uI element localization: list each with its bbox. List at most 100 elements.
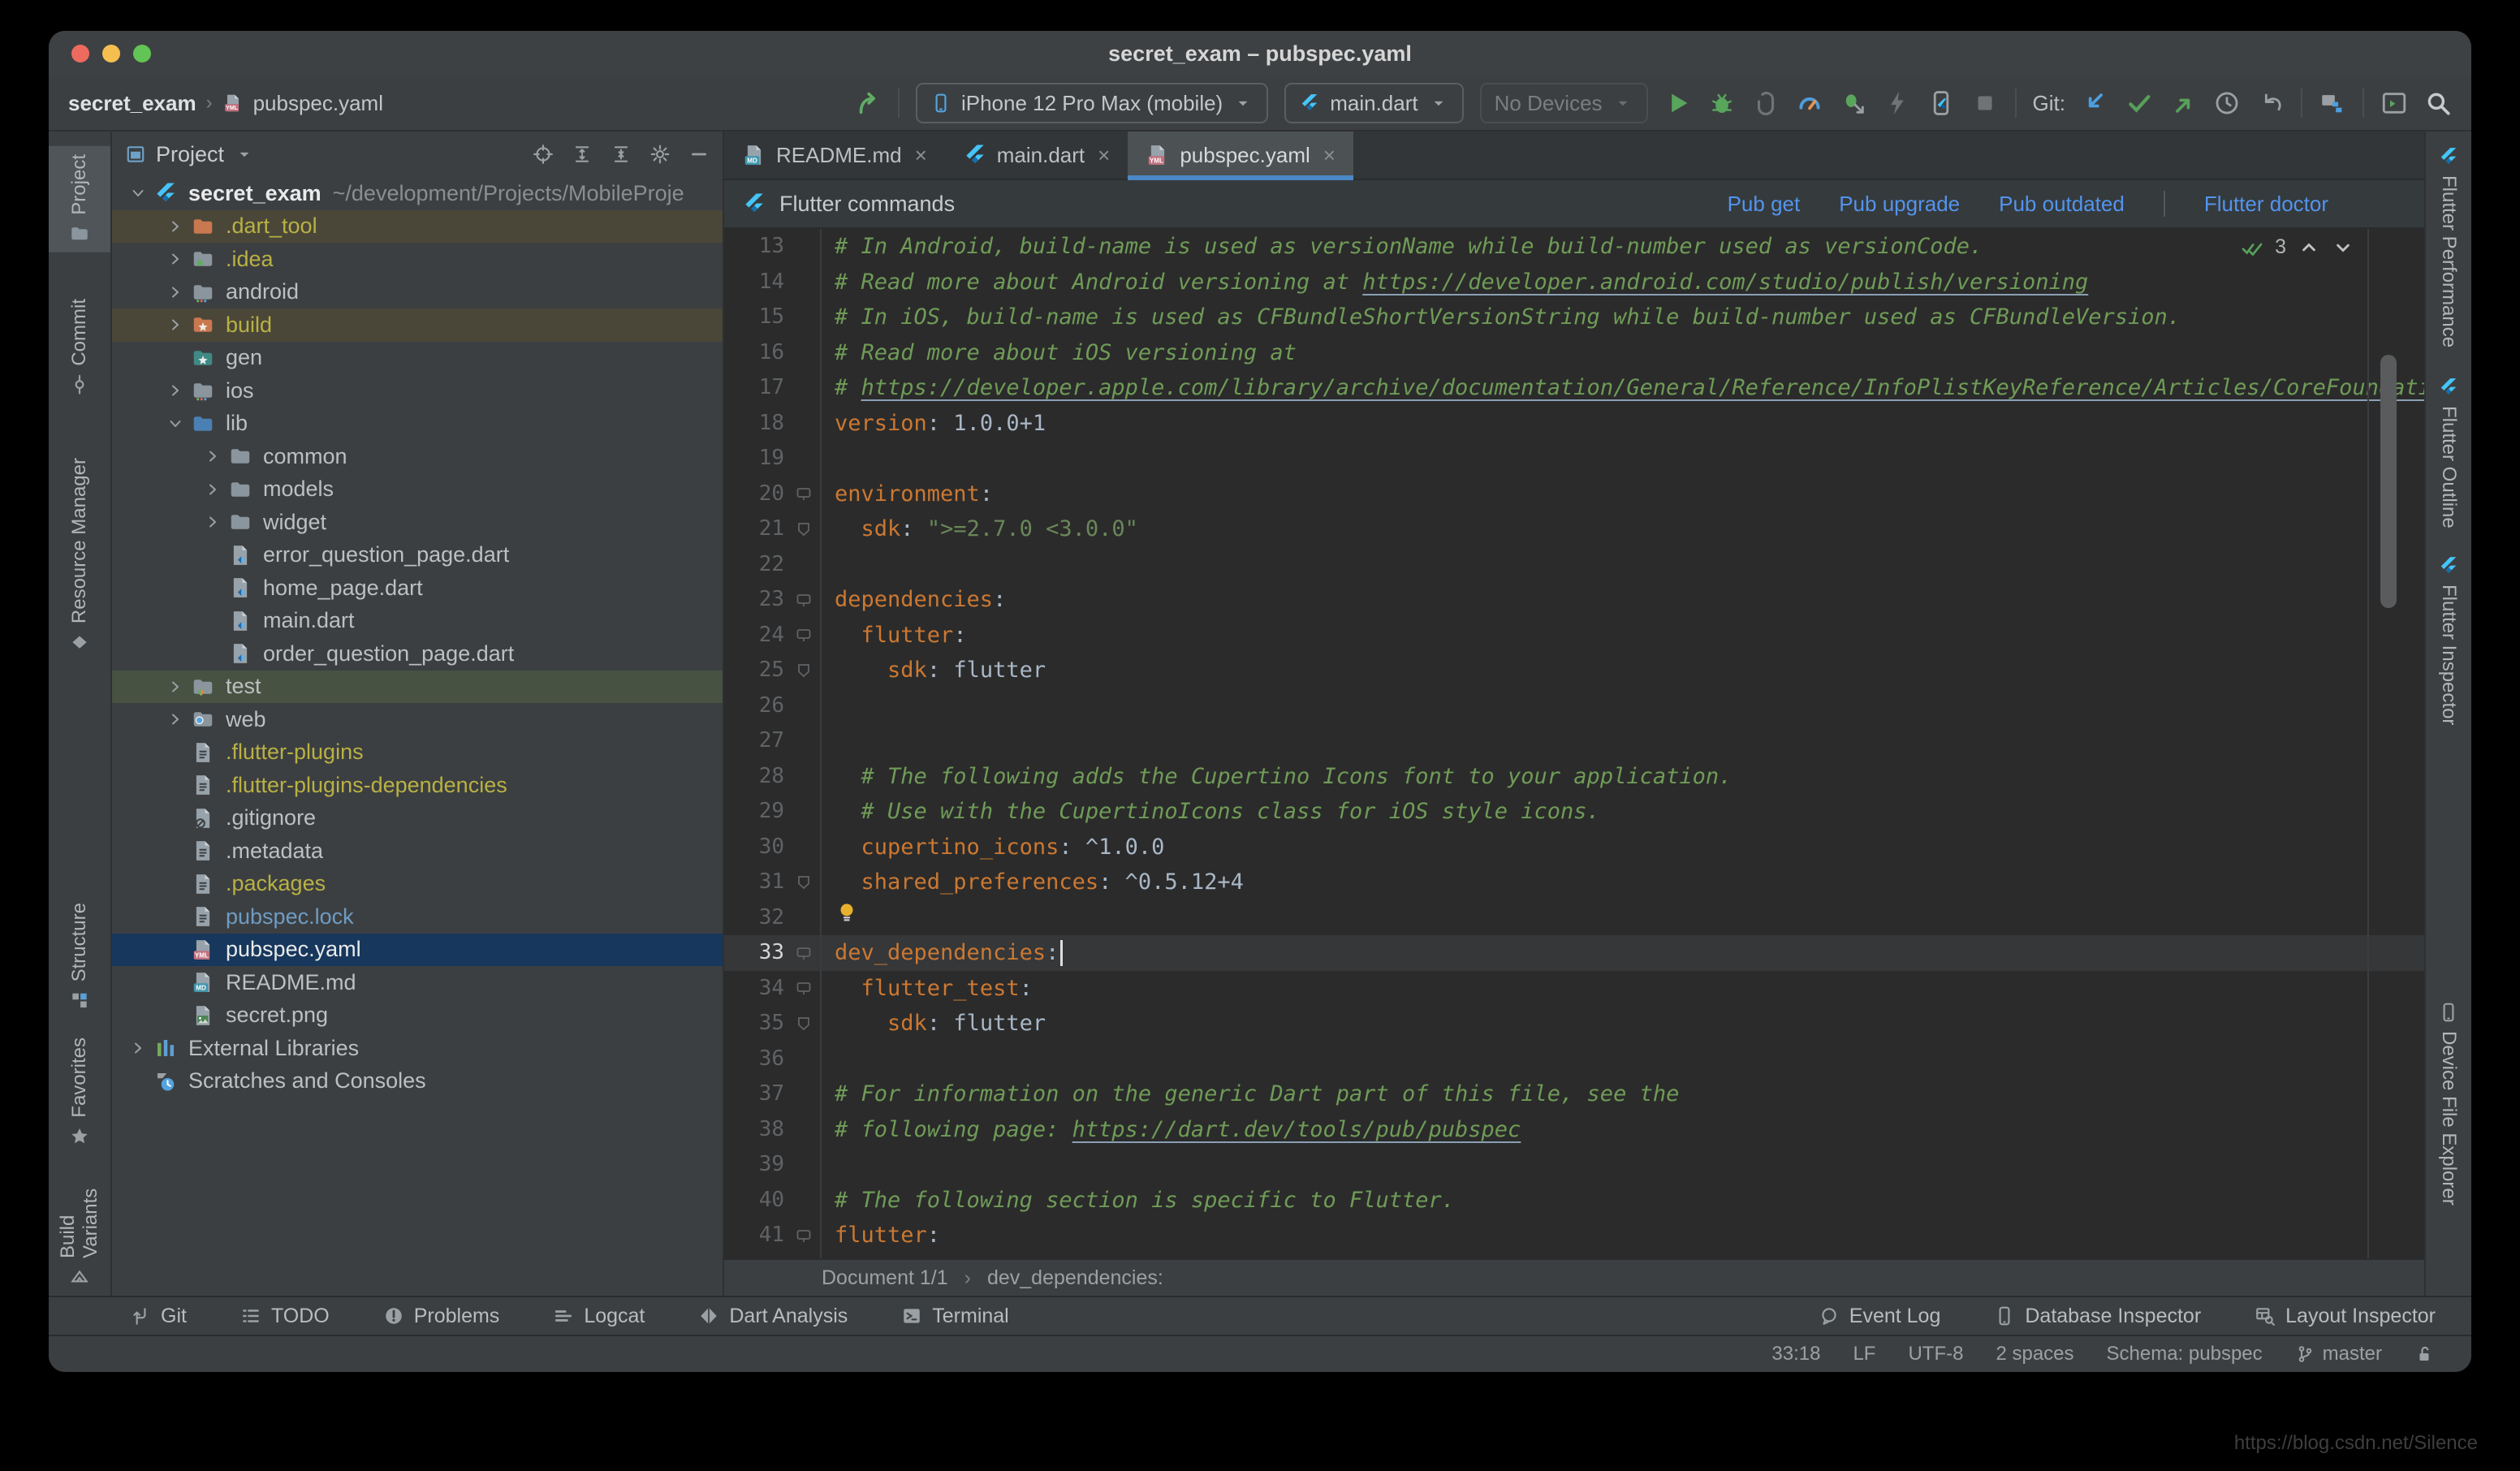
tree-item-external-libraries[interactable]: External Libraries — [112, 1032, 723, 1065]
tree-chevron-icon[interactable] — [161, 710, 190, 729]
tree-item-pubspec-lock[interactable]: pubspec.lock — [112, 900, 723, 934]
tool-strip-item-commit[interactable]: Commit — [49, 291, 110, 403]
tree-item-main-dart[interactable]: main.dart — [112, 605, 723, 638]
code-line-17[interactable]: 17 # https://developer.apple.com/library/… — [724, 370, 2424, 406]
tree-item-gen[interactable]: gen — [112, 342, 723, 375]
flutter-device-selector[interactable]: No Devices — [1479, 83, 1648, 123]
tree-chevron-icon[interactable] — [161, 217, 190, 236]
code-line-38[interactable]: 38 # following page: https://dart.dev/too… — [724, 1111, 2424, 1147]
editor-scrollbar[interactable] — [2380, 355, 2397, 608]
expand-all-icon[interactable] — [572, 144, 593, 165]
tree-item--gitignore[interactable]: .gitignore — [112, 802, 723, 835]
close-icon[interactable]: × — [915, 143, 927, 168]
tool-strip-item-build-variants[interactable]: Build Variants — [49, 1161, 110, 1296]
fold-marker-icon[interactable] — [788, 1006, 820, 1042]
tree-item-scratches-and-consoles[interactable]: Scratches and Consoles — [112, 1065, 723, 1098]
tree-item--idea[interactable]: .idea — [112, 243, 723, 276]
code-line-18[interactable]: 18 version: 1.0.0+1 — [724, 405, 2424, 441]
tree-item-test[interactable]: test — [112, 670, 723, 703]
tree-item-ios[interactable]: ios — [112, 374, 723, 408]
devtools-icon[interactable] — [1927, 89, 1955, 117]
code-line-20[interactable]: 20 environment: — [724, 476, 2424, 512]
code-line-42[interactable]: 42 — [724, 1253, 2424, 1258]
tree-chevron-icon[interactable] — [161, 283, 190, 302]
tab-main-dart[interactable]: main.dart × — [945, 132, 1128, 179]
banner-action-pub-upgrade[interactable]: Pub upgrade — [1839, 192, 1960, 217]
banner-action-pub-outdated[interactable]: Pub outdated — [1999, 192, 2125, 217]
tool-strip-item-structure[interactable]: Structure — [49, 895, 110, 1019]
git-commit-button[interactable] — [2125, 89, 2153, 117]
tool-strip-item-flutter-inspector[interactable]: Flutter Inspector — [2426, 547, 2471, 733]
code-line-28[interactable]: 28 # The following adds the Cupertino Ic… — [724, 758, 2424, 794]
run-button[interactable] — [1664, 89, 1692, 117]
git-push-button[interactable] — [2169, 89, 2197, 117]
tree-chevron-icon[interactable] — [198, 480, 227, 499]
code-line-27[interactable]: 27 — [724, 723, 2424, 759]
status-item-2-spaces[interactable]: 2 spaces — [1996, 1343, 2073, 1365]
rollback-icon[interactable] — [2257, 89, 2285, 117]
tree-item-order-question-page-dart[interactable]: order_question_page.dart — [112, 637, 723, 671]
next-problem-icon[interactable] — [2332, 236, 2354, 259]
code-line-22[interactable]: 22 — [724, 546, 2424, 582]
file-writable-toggle[interactable] — [2414, 1344, 2434, 1364]
fold-marker-icon[interactable] — [788, 477, 820, 512]
tool-window-button-database-inspector[interactable]: Database Inspector — [1994, 1305, 2201, 1328]
tree-chevron-icon[interactable] — [161, 249, 190, 269]
gear-icon[interactable] — [649, 144, 671, 165]
breadcrumb-file[interactable]: pubspec.yaml — [253, 91, 383, 116]
banner-action-pub-get[interactable]: Pub get — [1728, 192, 1801, 217]
history-icon[interactable] — [2213, 89, 2241, 117]
tree-item-error-question-page-dart[interactable]: error_question_page.dart — [112, 539, 723, 572]
close-icon[interactable]: × — [1098, 143, 1110, 168]
code-line-32[interactable]: 32 — [724, 899, 2424, 935]
tab-pubspec-yaml[interactable]: YML pubspec.yaml × — [1128, 132, 1353, 180]
project-structure-icon[interactable] — [2319, 89, 2346, 117]
code-line-30[interactable]: 30 cupertino_icons: ^1.0.0 — [724, 829, 2424, 865]
code-line-33[interactable]: 33 dev_dependencies: — [724, 935, 2424, 971]
hide-panel-icon[interactable] — [688, 144, 710, 165]
tree-item-readme-md[interactable]: MD README.md — [112, 966, 723, 999]
status-git-branch[interactable]: master — [2295, 1343, 2382, 1365]
breadcrumb-document[interactable]: Document 1/1 — [822, 1266, 948, 1290]
tree-item-android[interactable]: android — [112, 276, 723, 309]
code-line-34[interactable]: 34 flutter_test: — [724, 970, 2424, 1007]
fold-marker-icon[interactable] — [788, 935, 820, 971]
tree-item-pubspec-yaml[interactable]: YML pubspec.yaml — [112, 933, 723, 966]
code-line-25[interactable]: 25 sdk: flutter — [724, 653, 2424, 688]
fold-marker-icon[interactable] — [788, 511, 820, 547]
tool-strip-item-flutter-outline[interactable]: Flutter Outline — [2426, 369, 2471, 537]
status-item-schema-pubspec[interactable]: Schema: pubspec — [2107, 1343, 2263, 1365]
back-arrow-icon[interactable] — [854, 89, 882, 117]
status-item-utf-8[interactable]: UTF-8 — [1908, 1343, 1963, 1365]
project-view-title[interactable]: Project — [156, 142, 224, 167]
attach-debugger-icon[interactable] — [1752, 89, 1780, 117]
run-anything-icon[interactable] — [2380, 89, 2408, 117]
tree-item-build[interactable]: build — [112, 308, 723, 342]
code-line-19[interactable]: 19 — [724, 441, 2424, 477]
code-line-13[interactable]: 13 # In Android, build-name is used as ve… — [724, 229, 2424, 265]
close-window-button[interactable] — [71, 45, 89, 63]
code-line-36[interactable]: 36 — [724, 1041, 2424, 1076]
fold-marker-icon[interactable] — [788, 971, 820, 1007]
status-item-33-18[interactable]: 33:18 — [1771, 1343, 1820, 1365]
code-line-16[interactable]: 16 # Read more about iOS versioning at — [724, 334, 2424, 370]
debug-button[interactable] — [1708, 89, 1736, 117]
breadcrumb-node[interactable]: dev_dependencies: — [987, 1266, 1163, 1290]
tool-strip-item-resource-manager[interactable]: Resource Manager — [49, 450, 110, 661]
chevron-down-icon[interactable] — [234, 144, 255, 165]
tool-window-button-problems[interactable]: Problems — [383, 1305, 499, 1328]
tree-item-secret-png[interactable]: secret.png — [112, 999, 723, 1033]
profiler-icon[interactable] — [1796, 89, 1823, 117]
tool-window-button-layout-inspector[interactable]: Layout Inspector — [2255, 1305, 2436, 1328]
hot-reload-icon[interactable] — [1884, 89, 1911, 117]
attach-to-process-icon[interactable] — [1840, 89, 1867, 117]
code-line-15[interactable]: 15 # In iOS, build-name is used as CFBund… — [724, 300, 2424, 335]
code-line-31[interactable]: 31 shared_preferences: ^0.5.12+4 — [724, 865, 2424, 900]
prev-problem-icon[interactable] — [2298, 236, 2320, 259]
tool-window-button-todo[interactable]: TODO — [240, 1305, 330, 1328]
code-line-40[interactable]: 40 # The following section is specific to… — [724, 1182, 2424, 1218]
fold-marker-icon[interactable] — [788, 865, 820, 900]
tree-item--dart-tool[interactable]: .dart_tool — [112, 209, 723, 243]
code-line-39[interactable]: 39 — [724, 1147, 2424, 1183]
minimize-window-button[interactable] — [102, 45, 120, 63]
